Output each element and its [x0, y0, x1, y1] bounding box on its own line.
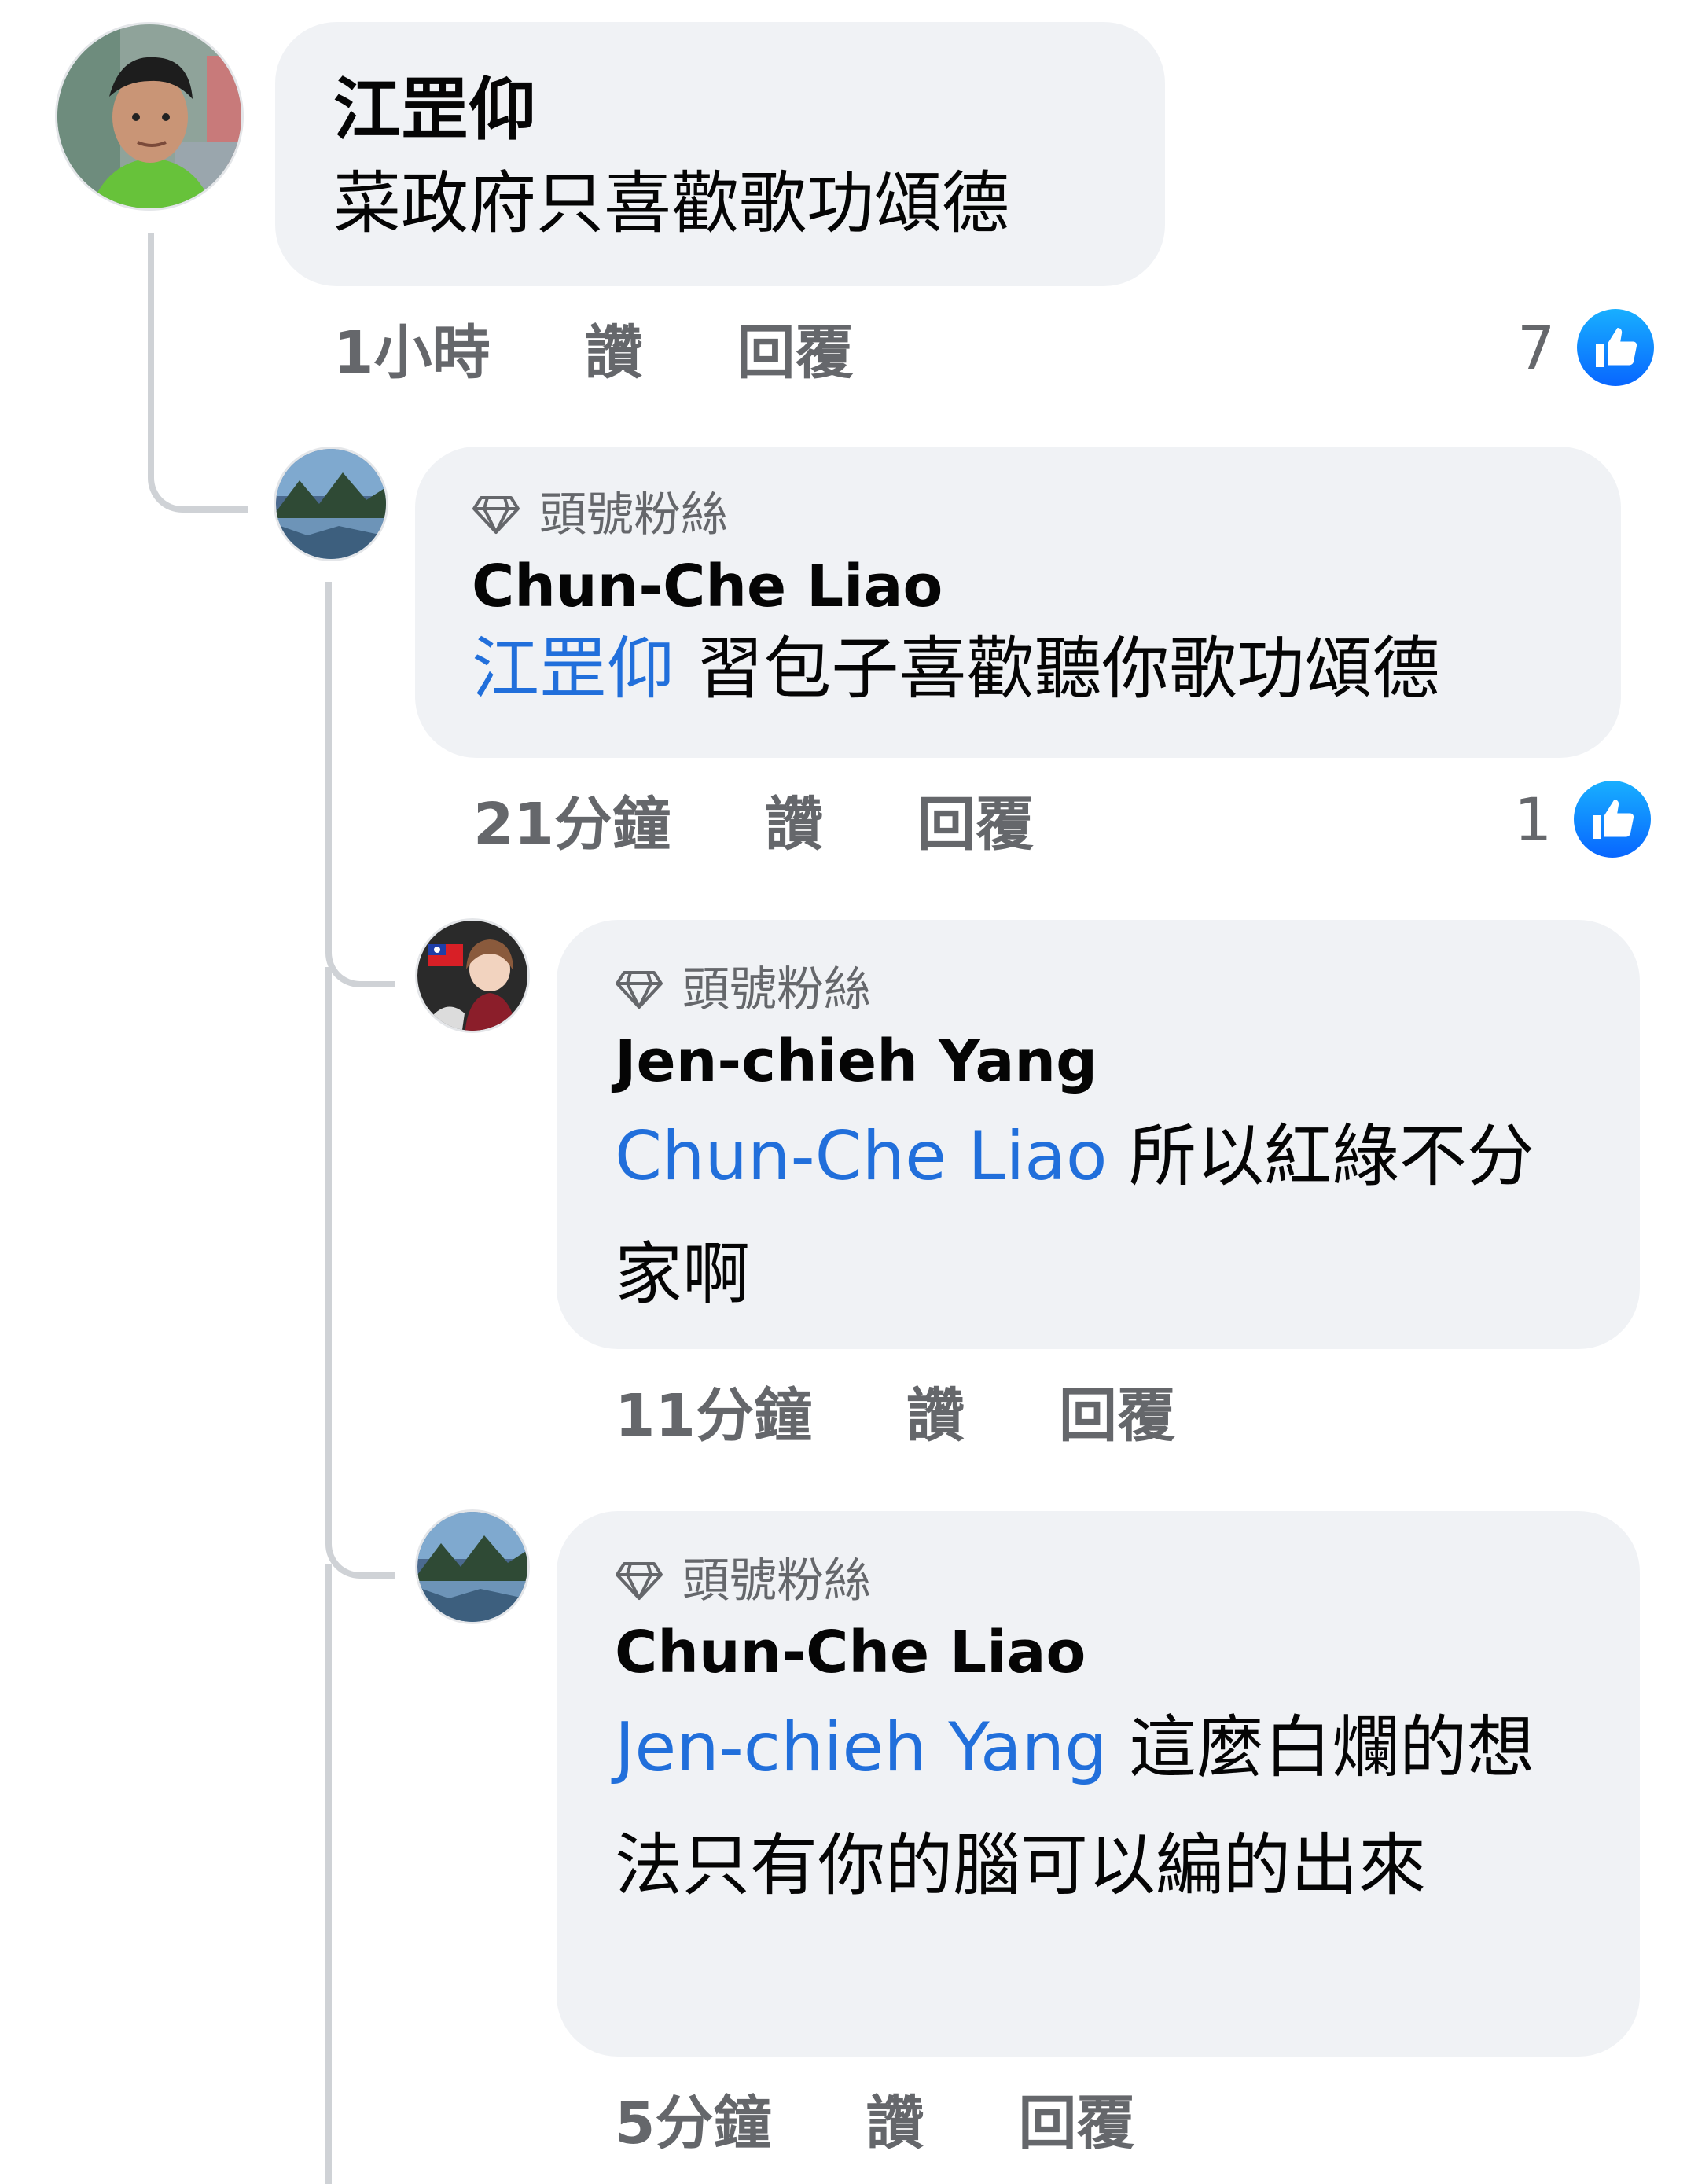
top-fan-badge: 頭號粉絲	[472, 487, 1621, 542]
avatar[interactable]	[55, 22, 244, 211]
reaction-count: 1	[1514, 784, 1553, 855]
avatar[interactable]	[415, 918, 530, 1033]
reply-button[interactable]: 回覆	[1059, 1369, 1175, 1453]
comment-text: 菜政府只喜歡歌功頌德	[333, 164, 1009, 243]
reply-button[interactable]: 回覆	[737, 306, 854, 390]
comment-timestamp[interactable]: 1小時	[333, 306, 491, 390]
landscape-avatar-photo-icon	[276, 449, 386, 559]
comment-timestamp[interactable]: 5分鐘	[615, 2076, 772, 2160]
avatar[interactable]	[415, 1509, 530, 1624]
comment-text-content: 習包子喜歡聽你歌功頌德	[674, 630, 1440, 708]
reaction-count: 7	[1517, 312, 1556, 383]
like-button[interactable]: 讚	[906, 1369, 965, 1453]
mention-link[interactable]: Jen-chieh Yang	[615, 1708, 1108, 1787]
top-fan-badge: 頭號粉絲	[615, 962, 1640, 1017]
like-button[interactable]: 讚	[866, 2076, 924, 2160]
reaction-summary[interactable]: 7	[1517, 308, 1655, 387]
top-fan-badge: 頭號粉絲	[615, 1553, 1640, 1609]
comment-text: 江罡仰 習包子喜歡聽你歌功頌德	[472, 623, 1621, 715]
thread-line-top	[148, 233, 248, 513]
comment-timestamp[interactable]: 21分鐘	[473, 778, 671, 862]
thread-line-reply-1	[325, 582, 395, 987]
like-button[interactable]: 讚	[585, 306, 643, 390]
comment-actions: 5分鐘 讚 回覆	[615, 2079, 1135, 2157]
diamond-icon	[472, 496, 520, 534]
comment-bubble: 頭號粉絲 Chun-Che Liao 江罡仰 習包子喜歡聽你歌功頌德	[415, 447, 1621, 758]
reply-button[interactable]: 回覆	[917, 778, 1034, 862]
comment-thread: 江罡仰 菜政府只喜歡歌功頌德 1小時 讚 回覆 7 頭號粉絲 Chun-Che …	[0, 0, 1698, 2184]
comment-actions: 11分鐘 讚 回覆	[615, 1371, 1175, 1450]
mention-link[interactable]: 江罡仰	[472, 630, 674, 708]
diamond-icon	[616, 971, 663, 1009]
comment-author[interactable]: Chun-Che Liao	[615, 1616, 1640, 1689]
reply-button[interactable]: 回覆	[1019, 2076, 1135, 2160]
reaction-summary[interactable]: 1	[1514, 780, 1652, 859]
comment-bubble: 江罡仰 菜政府只喜歡歌功頌德	[275, 22, 1165, 286]
comment-bubble: 頭號粉絲 Jen-chieh Yang Chun-Che Liao 所以紅綠不分…	[557, 920, 1640, 1349]
mention-link[interactable]: Chun-Che Liao	[615, 1117, 1108, 1196]
comment-timestamp[interactable]: 11分鐘	[615, 1369, 812, 1453]
fan-badge-label: 頭號粉絲	[539, 487, 728, 542]
comment-actions: 21分鐘 讚 回覆	[473, 780, 1034, 859]
comment-author[interactable]: 江罡仰	[333, 66, 1165, 154]
anime-avatar-photo-icon	[417, 921, 527, 1031]
comment-actions: 1小時 讚 回覆	[333, 308, 854, 387]
comment-text: Jen-chieh Yang 這麼白爛的想法只有你的腦可以編的出來	[615, 1689, 1542, 1925]
thumbs-up-icon	[1577, 309, 1655, 386]
thread-line-reply-2	[325, 967, 395, 1579]
like-button[interactable]: 讚	[765, 778, 823, 862]
comment-author[interactable]: Chun-Che Liao	[472, 550, 1621, 623]
comment-author[interactable]: Jen-chieh Yang	[615, 1025, 1640, 1098]
fan-badge-label: 頭號粉絲	[682, 962, 871, 1017]
comment-bubble: 頭號粉絲 Chun-Che Liao Jen-chieh Yang 這麼白爛的想…	[557, 1511, 1640, 2057]
diamond-icon	[616, 1562, 663, 1600]
thread-line-continue	[325, 1564, 332, 2184]
comment-text: Chun-Che Liao 所以紅綠不分家啊	[615, 1098, 1582, 1333]
thumbs-up-icon	[1574, 781, 1652, 858]
fan-badge-label: 頭號粉絲	[682, 1553, 871, 1609]
landscape-avatar-photo-icon	[417, 1512, 527, 1622]
avatar[interactable]	[274, 447, 388, 561]
user-avatar-photo-icon	[57, 24, 241, 208]
